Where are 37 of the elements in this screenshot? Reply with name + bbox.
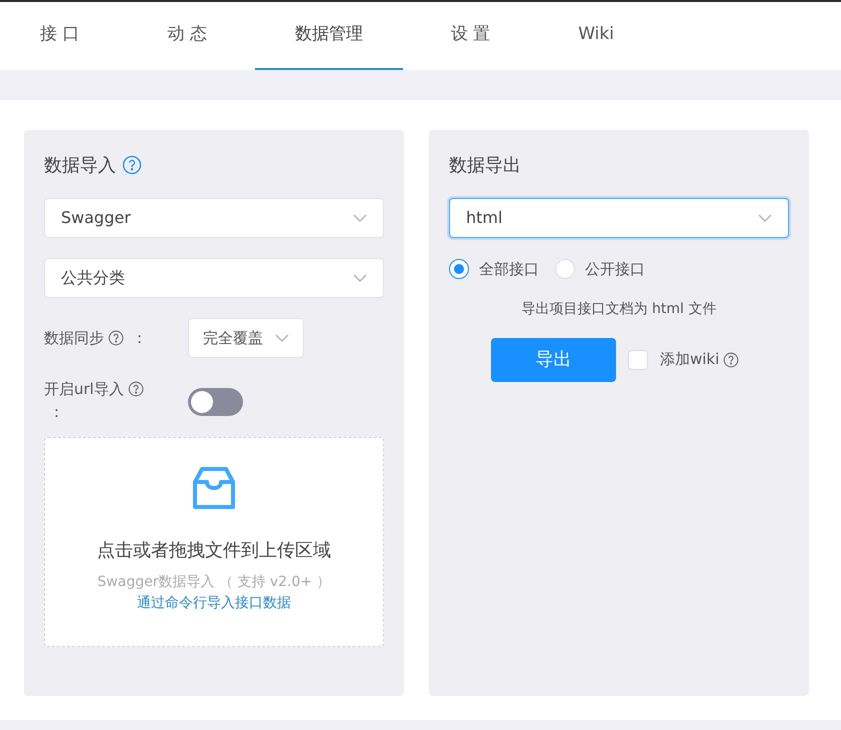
select-value: 公共分类: [61, 267, 125, 289]
select-field[interactable]: 完全覆盖: [188, 318, 304, 358]
radio-option[interactable]: 全部接口: [449, 258, 539, 280]
select-field[interactable]: Swagger: [44, 198, 384, 238]
chevron-down-icon: [353, 274, 367, 282]
help-icon[interactable]: [108, 330, 124, 346]
chevron-down-icon: [758, 214, 772, 222]
help-icon[interactable]: [122, 155, 142, 175]
panel-title: 数据导出: [449, 154, 522, 178]
label-colon: ：: [132, 328, 147, 349]
chevron-down-icon: [275, 334, 289, 342]
field-label: 数据同步: [44, 328, 104, 349]
panel-title: 数据导入: [44, 154, 116, 178]
tab[interactable]: 接 口: [0, 2, 120, 70]
tab[interactable]: 动 态: [127, 2, 247, 70]
upload-title: 点击或者拖拽文件到上传区域: [97, 539, 331, 563]
toggle-switch[interactable]: [188, 388, 243, 416]
radio-option[interactable]: 公开接口: [555, 258, 645, 280]
label-colon: :: [54, 402, 60, 422]
checkbox[interactable]: [628, 350, 648, 370]
select-field[interactable]: html: [449, 198, 789, 238]
tab[interactable]: Wiki: [538, 2, 654, 70]
select-value: html: [466, 207, 502, 229]
checkbox-label: 添加wiki: [660, 349, 720, 370]
export-description: 导出项目接口文档为 html 文件: [522, 300, 716, 318]
tab[interactable]: 设 置: [410, 2, 530, 70]
upload-area[interactable]: 点击或者拖拽文件到上传区域 Swagger数据导入 （ 支持 v2.0+ ） 通过命令行导入接口数据: [44, 437, 384, 647]
help-icon[interactable]: [723, 352, 740, 368]
chevron-down-icon: [353, 214, 367, 222]
command-line-link[interactable]: 通过命令行导入接口数据: [137, 593, 291, 614]
select-field[interactable]: 公共分类: [44, 258, 384, 298]
inbox-icon: [192, 466, 236, 511]
select-value: Swagger: [61, 207, 131, 229]
upload-hint: Swagger数据导入 （ 支持 v2.0+ ）: [97, 573, 331, 592]
field-label: 开启url导入: [44, 379, 124, 400]
select-value: 完全覆盖: [203, 328, 263, 349]
help-icon[interactable]: [128, 381, 144, 398]
